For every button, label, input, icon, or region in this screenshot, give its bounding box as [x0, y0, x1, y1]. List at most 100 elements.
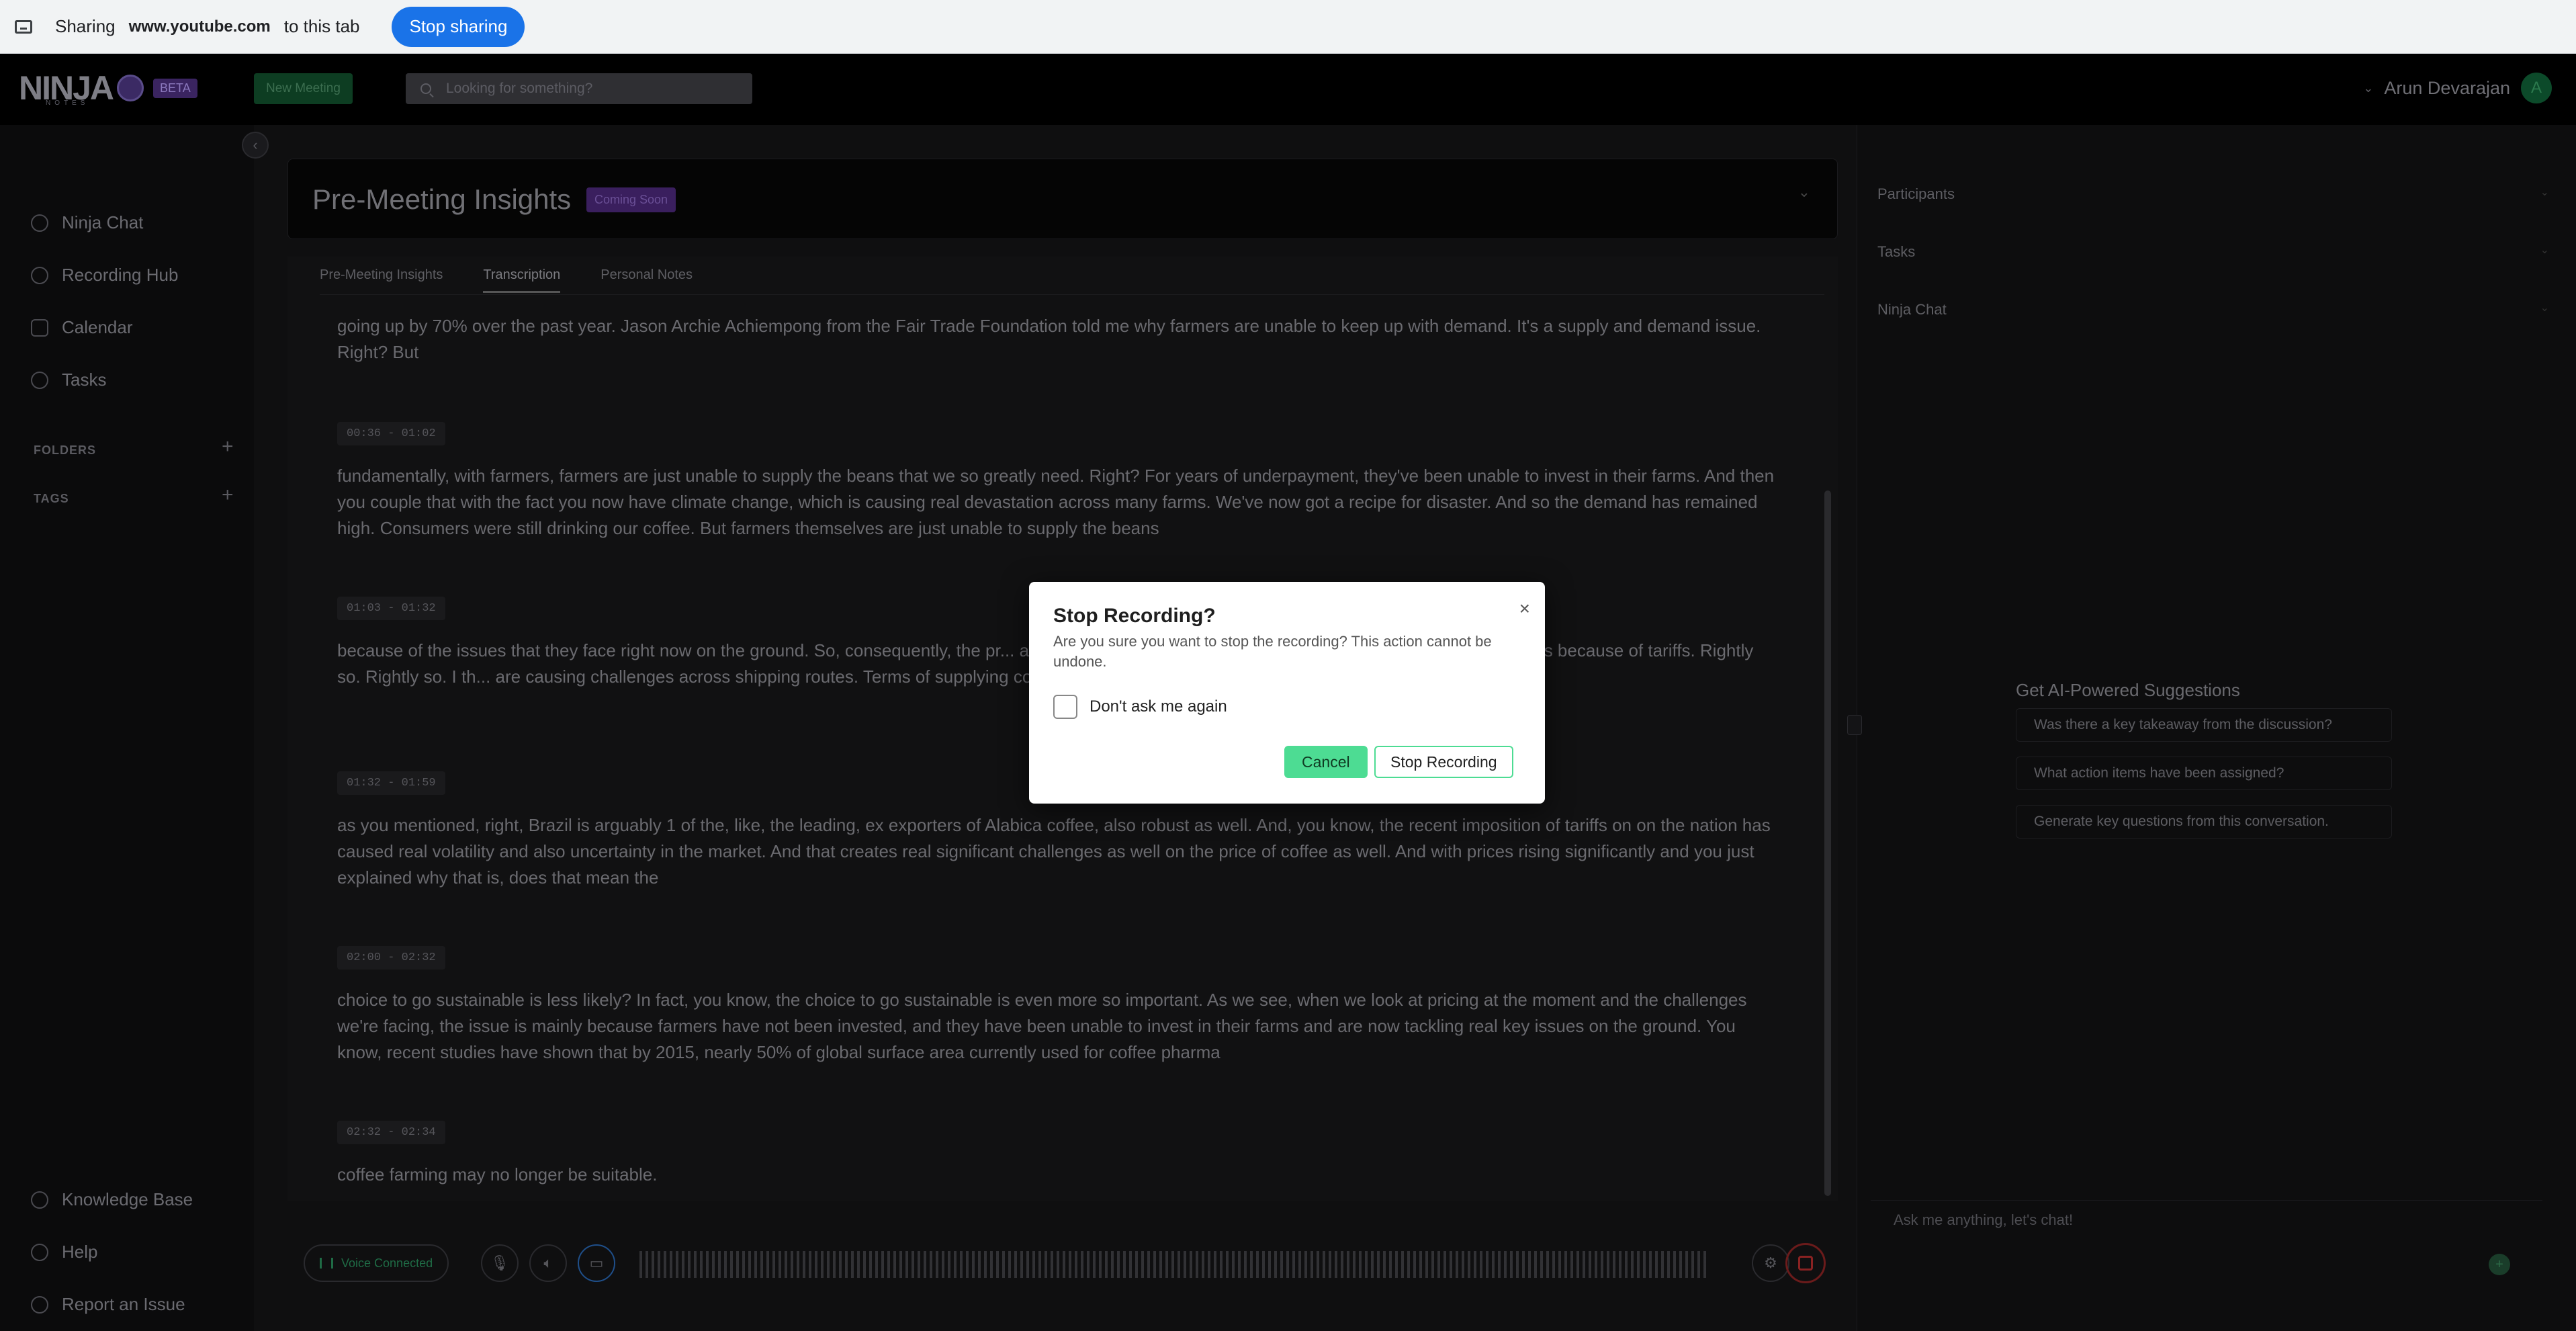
transcript-text: as you mentioned, right, Brazil is argua… [337, 815, 1771, 888]
timestamp: 01:03 - 01:32 [337, 597, 445, 620]
chat-input[interactable]: Ask me anything, let's chat! [1871, 1200, 2542, 1260]
screen-share-icon [15, 19, 32, 34]
timestamp: 02:00 - 02:32 [337, 946, 445, 970]
tab-divider [320, 294, 1824, 295]
alert-icon [31, 1295, 48, 1314]
new-meeting-button[interactable]: New Meeting [254, 73, 353, 104]
microphone-icon [31, 266, 48, 284]
transcript-segment: going up by 70% over the past year. Jaso… [337, 313, 1781, 366]
monitor-icon: ▭ [589, 1254, 604, 1271]
logo-subtext: NOTES [46, 99, 89, 107]
sharing-label: Sharing [55, 16, 116, 36]
section-label: Ninja Chat [1877, 301, 1947, 318]
help-icon [31, 1243, 48, 1261]
chevron-down-icon: ⌄ [2540, 302, 2549, 314]
settings-button[interactable]: ⚙︎ [1752, 1244, 1789, 1282]
dont-ask-again-checkbox[interactable]: Don't ask me again [1053, 695, 1227, 719]
sidebar-item-tasks[interactable]: Tasks [31, 370, 106, 390]
user-name: Arun Devarajan [2384, 77, 2510, 98]
speaker-mute-icon: 🔈︎ [543, 1254, 553, 1271]
suggestion-chip[interactable]: Generate key questions from this convers… [2016, 805, 2392, 839]
coming-soon-badge: Coming Soon [586, 187, 676, 212]
stop-recording-button[interactable] [1785, 1243, 1826, 1283]
transcript-text: choice to go sustainable is less likely?… [337, 990, 1747, 1062]
tasks-section[interactable]: Tasks ⌄ [1877, 243, 2549, 261]
transcript-segment: 00:36 - 01:02 fundamentally, with farmer… [337, 422, 1781, 542]
sidebar-item-label: Calendar [62, 317, 133, 337]
timestamp: 00:36 - 01:02 [337, 422, 445, 445]
book-icon [31, 1191, 48, 1209]
voice-status-label: Voice Connected [341, 1256, 433, 1270]
chevron-down-icon: ⌄ [2540, 187, 2549, 198]
transcript-segment: 02:00 - 02:32 choice to go sustainable i… [337, 946, 1781, 1066]
sidebar-item-calendar[interactable]: Calendar [31, 317, 133, 338]
stop-recording-dialog: Stop Recording? × Are you sure you want … [1029, 582, 1545, 804]
insights-title: Pre-Meeting Insights [312, 183, 572, 215]
dialog-message: Are you sure you want to stop the record… [1053, 633, 1492, 670]
user-menu[interactable]: ⌄ Arun Devarajan A [2363, 73, 2552, 103]
cancel-button[interactable]: Cancel [1284, 746, 1368, 778]
transcript-text: going up by 70% over the past year. Jaso… [337, 316, 1761, 362]
add-folder-icon[interactable]: + [222, 435, 234, 458]
sharing-domain: www.youtube.com [128, 17, 271, 36]
timestamp: 01:32 - 01:59 [337, 771, 445, 795]
sidebar-item-help[interactable]: Help [31, 1242, 97, 1262]
stop-sharing-button[interactable]: Stop sharing [392, 6, 525, 47]
calendar-icon [31, 318, 48, 337]
screen-share-button[interactable]: ▭ [578, 1244, 615, 1282]
checkbox-label: Don't ask me again [1090, 697, 1227, 716]
checkbox-box[interactable] [1053, 695, 1077, 719]
tab-transcription[interactable]: Transcription [483, 267, 561, 293]
section-label: Participants [1877, 185, 1955, 202]
sidebar: Ninja Chat Recording Hub Calendar Tasks … [0, 125, 254, 1331]
search-icon [420, 83, 431, 94]
screen-share-bar: Sharing www.youtube.com to this tab Stop… [0, 0, 2576, 54]
suggestion-chip[interactable]: What action items have been assigned? [2016, 757, 2392, 790]
collapse-sidebar-button[interactable]: ‹ [242, 132, 269, 159]
transcript-scrollbar[interactable] [1824, 490, 1831, 1196]
transcript-text: fundamentally, with farmers, farmers are… [337, 466, 1775, 538]
chat-icon [31, 214, 48, 232]
transcript-text: coffee farming may no longer be suitable… [337, 1164, 658, 1185]
signal-icon [320, 1258, 333, 1269]
sidebar-item-report-issue[interactable]: Report an Issue [31, 1294, 185, 1315]
suggestions-heading: Get AI-Powered Suggestions [2016, 680, 2240, 700]
send-icon[interactable]: + [2489, 1254, 2510, 1275]
dialog-title: Stop Recording? [1053, 605, 1216, 627]
panel-resize-handle[interactable] [1847, 715, 1862, 735]
speaker-button[interactable]: 🔈︎ [529, 1244, 567, 1282]
check-circle-icon [31, 371, 48, 389]
sidebar-item-label: Tasks [62, 370, 107, 390]
tags-heading: TAGS [34, 492, 69, 505]
confirm-stop-recording-button[interactable]: Stop Recording [1374, 746, 1513, 778]
search-input[interactable]: Looking for something? [406, 73, 752, 104]
sidebar-item-knowledge-base[interactable]: Knowledge Base [31, 1189, 193, 1210]
tab-pre-meeting-insights[interactable]: Pre-Meeting Insights [320, 267, 443, 293]
sidebar-item-label: Ninja Chat [62, 212, 144, 232]
add-tag-icon[interactable]: + [222, 484, 234, 507]
participants-section[interactable]: Participants ⌄ [1877, 185, 2549, 203]
sidebar-item-label: Knowledge Base [62, 1189, 193, 1209]
search-placeholder: Looking for something? [446, 81, 593, 96]
sidebar-item-label: Report an Issue [62, 1294, 185, 1314]
section-label: Tasks [1877, 243, 1916, 260]
audio-waveform [639, 1251, 1707, 1278]
transcript-segment: 02:32 - 02:34 coffee farming may no long… [337, 1121, 1781, 1188]
folders-heading: FOLDERS [34, 443, 97, 457]
ninja-chat-section[interactable]: Ninja Chat ⌄ [1877, 301, 2549, 318]
ninja-mascot-icon [117, 75, 144, 101]
tab-personal-notes[interactable]: Personal Notes [601, 267, 693, 293]
sidebar-item-ninja-chat[interactable]: Ninja Chat [31, 212, 143, 233]
close-icon[interactable]: × [1519, 598, 1530, 619]
chevron-down-icon: ⌄ [1797, 183, 1810, 200]
microphone-icon: 🎙︎ [490, 1254, 509, 1271]
gear-icon: ⚙︎ [1764, 1254, 1777, 1271]
pre-meeting-insights-panel[interactable]: Pre-Meeting Insights Coming Soon ⌄ [287, 159, 1838, 239]
avatar: A [2521, 73, 2552, 103]
logo[interactable]: NINJA BETA NOTES [19, 69, 197, 108]
recording-controls: Voice Connected 🎙︎ 🔈︎ ▭ ⚙︎ [287, 1230, 1838, 1290]
suggestion-chip[interactable]: Was there a key takeaway from the discus… [2016, 708, 2392, 742]
microphone-button[interactable]: 🎙︎ [481, 1244, 519, 1282]
tab-bar: Pre-Meeting Insights Transcription Perso… [320, 267, 693, 293]
sidebar-item-recording-hub[interactable]: Recording Hub [31, 265, 178, 286]
